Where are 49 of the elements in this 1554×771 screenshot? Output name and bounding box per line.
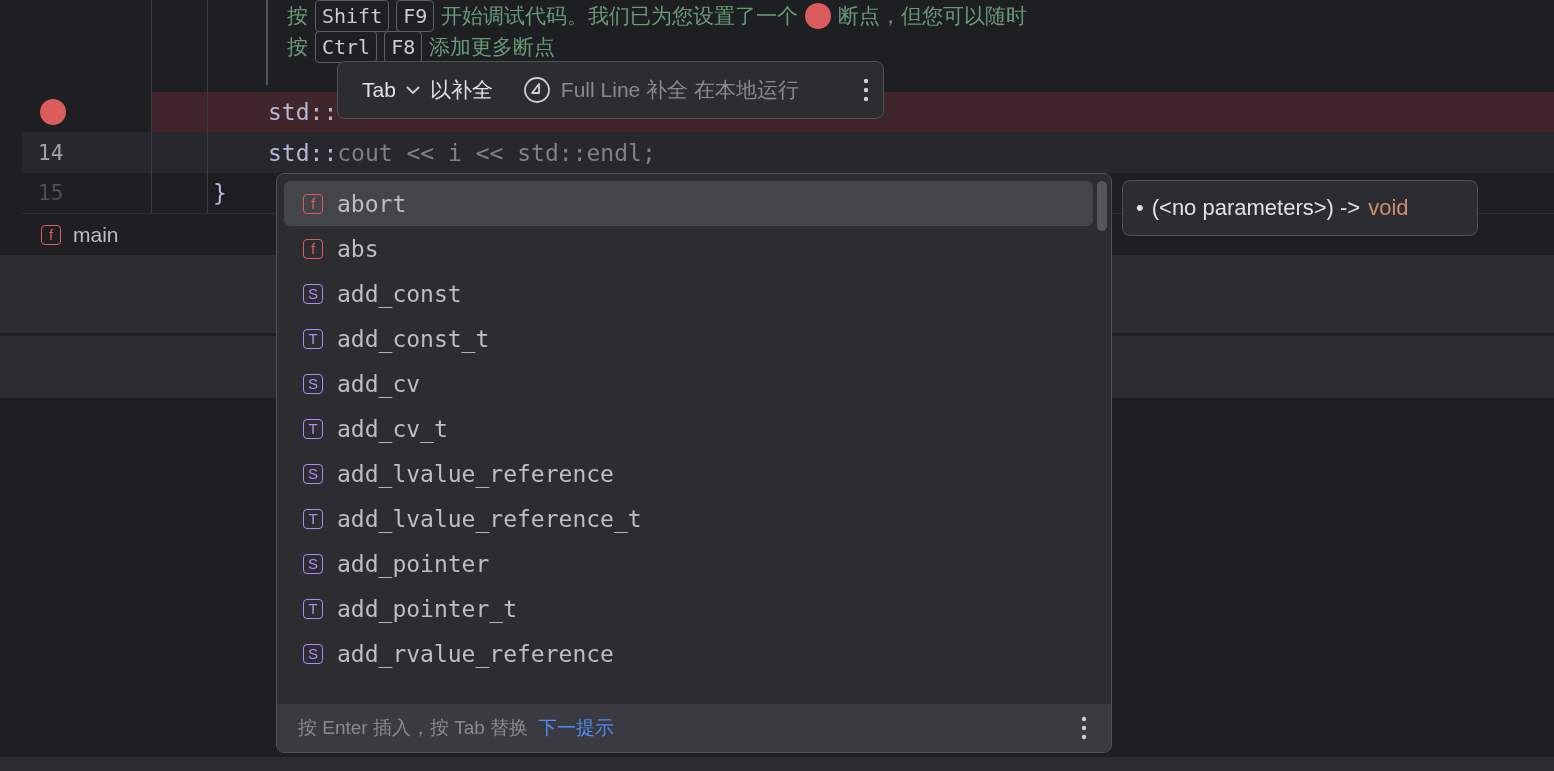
struct-icon: S bbox=[303, 463, 323, 484]
struct-icon: S bbox=[303, 643, 323, 664]
struct-icon: S bbox=[303, 553, 323, 574]
scrollbar-thumb[interactable] bbox=[1097, 181, 1107, 231]
breakpoint-icon[interactable] bbox=[40, 99, 66, 126]
function-icon: f bbox=[303, 238, 323, 259]
struct-icon: S bbox=[303, 373, 323, 394]
hint-info: Full Line 补全 在本地运行 bbox=[560, 77, 799, 103]
breadcrumb-item[interactable]: main bbox=[73, 222, 119, 247]
hint-text: 按 bbox=[287, 34, 308, 60]
code-text: std:: bbox=[268, 99, 338, 126]
struct-icon: S bbox=[303, 283, 323, 304]
type-icon: T bbox=[303, 598, 323, 619]
ghost-suggestion: cout << i << std::endl; bbox=[337, 139, 656, 166]
hint-text: 添加更多断点 bbox=[429, 34, 556, 60]
hint-action: 以补全 bbox=[429, 77, 493, 103]
completion-item[interactable]: S add_rvalue_reference bbox=[284, 631, 1093, 676]
type-icon: T bbox=[303, 508, 323, 529]
return-type: void bbox=[1368, 195, 1409, 221]
hint-text: 开始调试代码。我们已为您设置了一个 bbox=[441, 3, 799, 29]
footer-hint: 按 Enter 插入，按 Tab 替换 bbox=[298, 716, 529, 740]
hint-text: 按 bbox=[287, 3, 308, 29]
breakpoint-icon bbox=[805, 3, 832, 29]
completion-item[interactable]: f abort bbox=[284, 181, 1093, 226]
code-text: std:: bbox=[268, 139, 338, 166]
completion-item[interactable]: f abs bbox=[284, 226, 1093, 271]
completion-item[interactable]: S add_lvalue_reference bbox=[284, 451, 1093, 496]
completion-item[interactable]: T add_pointer_t bbox=[284, 586, 1093, 631]
completion-item[interactable]: T add_cv_t bbox=[284, 406, 1093, 451]
keyboard-key: F9 bbox=[396, 0, 435, 32]
completion-item[interactable]: T add_lvalue_reference_t bbox=[284, 496, 1093, 541]
line-number: 14 bbox=[38, 140, 64, 165]
type-icon: T bbox=[303, 328, 323, 349]
keyboard-key: Shift bbox=[315, 0, 390, 32]
function-icon: f bbox=[303, 193, 323, 214]
type-icon: T bbox=[303, 418, 323, 439]
key-label: Tab bbox=[362, 78, 396, 102]
completion-item[interactable]: S add_cv bbox=[284, 361, 1093, 406]
chevron-down-icon[interactable] bbox=[405, 85, 420, 95]
completion-item[interactable]: T add_const_t bbox=[284, 316, 1093, 361]
code-text: } bbox=[213, 180, 227, 207]
hint-text: 断点，但您可以随时 bbox=[838, 3, 1028, 29]
completion-item[interactable]: S add_pointer bbox=[284, 541, 1093, 586]
bullet: • bbox=[1136, 195, 1144, 221]
completion-item[interactable]: S add_const bbox=[284, 271, 1093, 316]
function-icon: f bbox=[41, 224, 61, 245]
signature-text: (<no parameters>) -> bbox=[1151, 195, 1361, 221]
more-icon[interactable] bbox=[1081, 716, 1087, 740]
more-icon[interactable] bbox=[863, 78, 869, 102]
